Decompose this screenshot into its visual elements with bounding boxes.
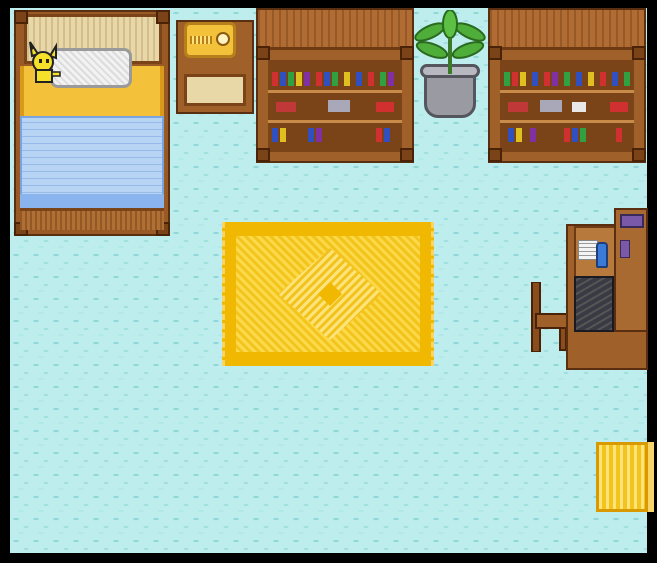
pichu-sprite[interactable]	[26, 40, 62, 84]
bookshelf-top	[258, 10, 412, 50]
radio-speaker-icon	[190, 36, 212, 44]
exit-mat-edge	[648, 442, 654, 512]
shelf-post	[632, 46, 646, 60]
bed-blanket-hem	[20, 194, 164, 208]
potted-plant[interactable]	[412, 10, 488, 76]
bed-post	[156, 10, 170, 24]
bed-post	[14, 10, 28, 24]
bottle-icon	[596, 242, 608, 268]
nightstand-drawer	[184, 74, 246, 106]
game-scene	[0, 0, 657, 563]
bookshelf-left[interactable]	[256, 8, 414, 163]
computer[interactable]	[574, 276, 614, 332]
shelf-post	[488, 46, 502, 60]
shelf-post	[256, 46, 270, 60]
notepad-icon	[578, 240, 598, 260]
bookshelf-top	[490, 10, 644, 50]
shelf-post	[632, 148, 646, 162]
bookshelf-interior	[268, 60, 402, 152]
bed-footboard	[20, 208, 164, 230]
bookshelf-interior	[500, 60, 634, 152]
chair[interactable]	[530, 282, 570, 352]
shelf-post	[488, 148, 502, 162]
shelf-post	[256, 148, 270, 162]
pillow	[50, 48, 132, 88]
exit-mat[interactable]	[596, 442, 648, 512]
shelf-post	[400, 148, 414, 162]
game-console-icon	[620, 214, 644, 228]
bookshelf-right[interactable]	[488, 8, 646, 163]
radio-dial-icon	[216, 32, 230, 46]
controller-icon	[620, 240, 630, 258]
